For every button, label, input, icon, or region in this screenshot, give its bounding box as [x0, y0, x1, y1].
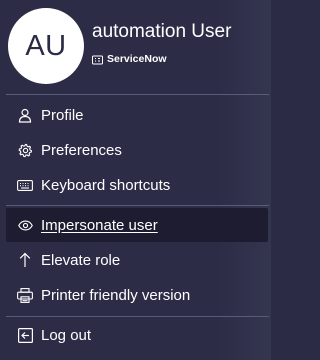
- menu-item-printer-friendly-version[interactable]: Printer friendly version: [6, 278, 268, 312]
- menu-item-label: Elevate role: [41, 251, 121, 269]
- menu-item-keyboard-shortcuts[interactable]: Keyboard shortcuts: [6, 168, 268, 202]
- logout-icon: [17, 327, 33, 343]
- keyboard-icon: [17, 177, 33, 193]
- avatar-initials: AU: [25, 29, 67, 62]
- user-header: AU automation User ServiceNow: [0, 0, 271, 88]
- company-name: ServiceNow: [107, 53, 167, 65]
- arrow-up-icon: [17, 252, 33, 268]
- person-icon: [17, 107, 33, 123]
- menu-item-label: Keyboard shortcuts: [41, 176, 171, 194]
- menu-item-preferences[interactable]: Preferences: [6, 133, 268, 167]
- menu-item-label: Impersonate user: [41, 216, 158, 234]
- log-out-label: Log out: [41, 326, 92, 344]
- eye-icon: [17, 217, 33, 233]
- user-name: automation User: [92, 21, 232, 42]
- company-info: ServiceNow: [92, 53, 167, 65]
- user-menu-panel: AU automation User ServiceNow Profile Pr…: [0, 0, 271, 360]
- divider: [6, 205, 269, 206]
- log-out-button[interactable]: Log out: [6, 318, 268, 352]
- menu-item-label: Preferences: [41, 141, 122, 159]
- building-icon: [92, 54, 103, 65]
- printer-icon: [17, 287, 33, 303]
- menu-item-label: Profile: [41, 106, 84, 124]
- menu-item-elevate-role[interactable]: Elevate role: [6, 243, 268, 277]
- menu-item-profile[interactable]: Profile: [6, 98, 268, 132]
- divider: [6, 94, 269, 95]
- menu-item-impersonate-user[interactable]: Impersonate user: [6, 208, 268, 242]
- divider: [6, 316, 269, 317]
- avatar[interactable]: AU: [8, 8, 84, 84]
- gear-icon: [17, 142, 33, 158]
- menu-item-label: Printer friendly version: [41, 286, 191, 304]
